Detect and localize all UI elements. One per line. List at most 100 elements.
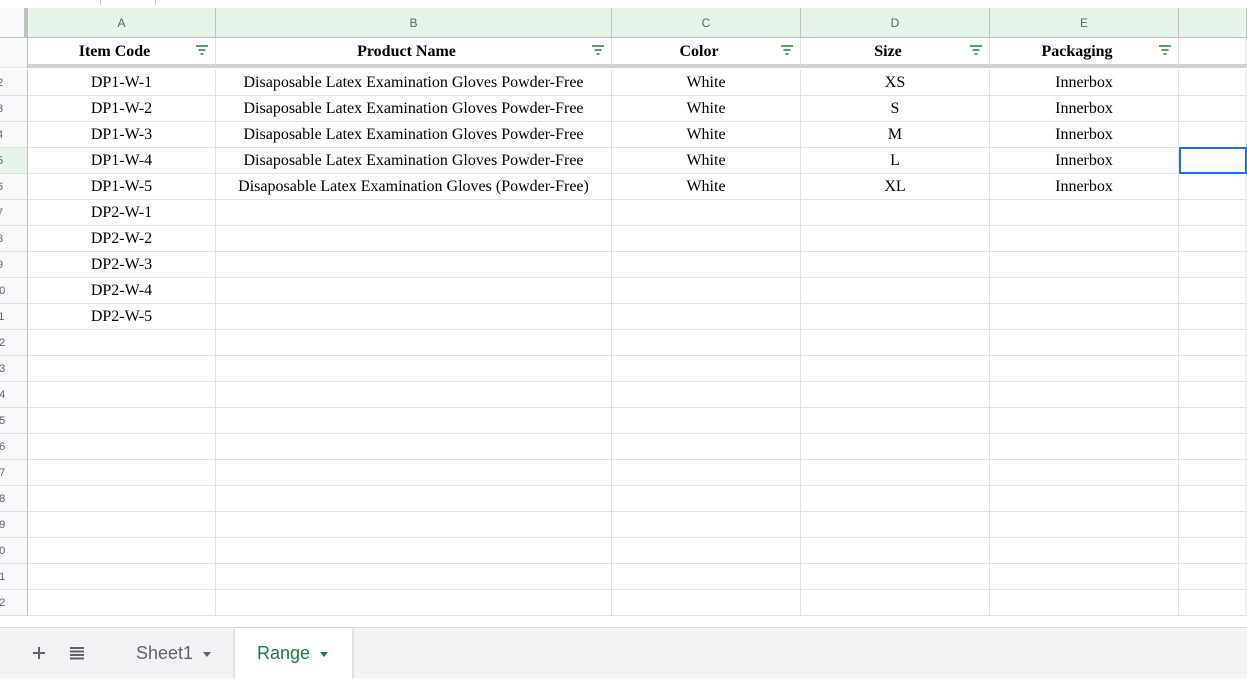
cell-extra[interactable]	[1179, 564, 1247, 590]
cell-packaging[interactable]	[990, 408, 1179, 434]
cell-extra[interactable]	[1179, 512, 1247, 538]
cell-size[interactable]	[801, 356, 990, 382]
cell-item-code[interactable]	[28, 460, 216, 486]
cell-color[interactable]	[612, 460, 801, 486]
cell-size[interactable]: S	[801, 96, 990, 122]
cell-item-code[interactable]: DP2-W-1	[28, 200, 216, 226]
cell-extra[interactable]	[1179, 460, 1247, 486]
row-header[interactable]: 22	[0, 590, 28, 616]
column-header-a[interactable]: A	[28, 8, 216, 38]
cell-color[interactable]: White	[612, 148, 801, 174]
row-header[interactable]: 11	[0, 304, 28, 330]
cell-extra[interactable]	[1179, 174, 1247, 200]
cell-size[interactable]	[801, 252, 990, 278]
select-all-corner[interactable]	[0, 8, 28, 38]
cell-item-code[interactable]: DP1-W-4	[28, 148, 216, 174]
cell-color[interactable]	[612, 538, 801, 564]
active-cell-selection[interactable]	[1179, 147, 1247, 174]
cell-item-code[interactable]: DP1-W-2	[28, 96, 216, 122]
cell-size[interactable]	[801, 590, 990, 616]
cell-color[interactable]	[612, 226, 801, 252]
cell-size[interactable]	[801, 382, 990, 408]
row-header[interactable]: 15	[0, 408, 28, 434]
cell-packaging[interactable]	[990, 252, 1179, 278]
cell-extra[interactable]	[1179, 278, 1247, 304]
cell-packaging[interactable]	[990, 564, 1179, 590]
column-header-b[interactable]: B	[216, 8, 612, 38]
cell-extra[interactable]	[1179, 226, 1247, 252]
chevron-down-icon[interactable]	[320, 652, 329, 657]
cell-extra[interactable]	[1179, 538, 1247, 564]
chevron-down-icon[interactable]	[203, 652, 212, 657]
cell-size[interactable]: L	[801, 148, 990, 174]
row-header[interactable]: 9	[0, 252, 28, 278]
cell-color[interactable]	[612, 590, 801, 616]
cell-product-name[interactable]	[216, 486, 612, 512]
column-header-e[interactable]: E	[990, 8, 1179, 38]
cell-product-name[interactable]	[216, 278, 612, 304]
cell-item-code[interactable]	[28, 512, 216, 538]
cell-extra[interactable]	[1179, 304, 1247, 330]
plus-icon[interactable]	[26, 640, 52, 666]
cell-item-code[interactable]	[28, 538, 216, 564]
row-header[interactable]: 12	[0, 330, 28, 356]
cell-item-code[interactable]: DP1-W-1	[28, 70, 216, 96]
cell-size[interactable]	[801, 278, 990, 304]
tab-sheet1[interactable]: Sheet1	[114, 628, 234, 679]
cell-color[interactable]	[612, 486, 801, 512]
cell-color[interactable]	[612, 304, 801, 330]
row-header[interactable]: 10	[0, 278, 28, 304]
cell-extra[interactable]	[1179, 252, 1247, 278]
row-header[interactable]: 17	[0, 460, 28, 486]
cell-extra[interactable]	[1179, 122, 1247, 148]
cell-size[interactable]	[801, 226, 990, 252]
filter-icon[interactable]	[969, 44, 983, 56]
cell-packaging[interactable]	[990, 330, 1179, 356]
cell-packaging[interactable]: Innerbox	[990, 148, 1179, 174]
cell-product-name[interactable]: Disaposable Latex Examination Gloves Pow…	[216, 148, 612, 174]
cell-packaging[interactable]	[990, 512, 1179, 538]
cell-size[interactable]	[801, 200, 990, 226]
cell-item-code[interactable]: DP2-W-3	[28, 252, 216, 278]
cell-size[interactable]	[801, 408, 990, 434]
cell-product-name[interactable]	[216, 382, 612, 408]
cell-product-name[interactable]: Disaposable Latex Examination Gloves Pow…	[216, 70, 612, 96]
cell-size[interactable]	[801, 460, 990, 486]
row-header[interactable]	[0, 38, 28, 68]
cell-color[interactable]	[612, 434, 801, 460]
cell-item-code[interactable]: DP2-W-5	[28, 304, 216, 330]
cell-product-name[interactable]	[216, 330, 612, 356]
cell-color[interactable]	[612, 356, 801, 382]
cell-color[interactable]	[612, 382, 801, 408]
cell-packaging[interactable]	[990, 382, 1179, 408]
cell-product-name[interactable]	[216, 590, 612, 616]
cell-item-code[interactable]	[28, 356, 216, 382]
row-header[interactable]: 13	[0, 356, 28, 382]
cell-product-name[interactable]	[216, 512, 612, 538]
cell-product-name[interactable]	[216, 538, 612, 564]
header-cell[interactable]	[1179, 38, 1247, 65]
cell-color[interactable]	[612, 512, 801, 538]
row-header[interactable]: 8	[0, 226, 28, 252]
cell-product-name[interactable]	[216, 252, 612, 278]
cell-item-code[interactable]	[28, 486, 216, 512]
row-header[interactable]: 18	[0, 486, 28, 512]
cell-extra[interactable]	[1179, 486, 1247, 512]
cell-item-code[interactable]	[28, 434, 216, 460]
row-header[interactable]: 3	[0, 96, 28, 122]
filter-icon[interactable]	[591, 44, 605, 56]
cell-product-name[interactable]	[216, 356, 612, 382]
cell-size[interactable]	[801, 486, 990, 512]
cell-color[interactable]	[612, 330, 801, 356]
cell-size[interactable]	[801, 538, 990, 564]
cell-extra[interactable]	[1179, 382, 1247, 408]
cell-size[interactable]	[801, 512, 990, 538]
header-cell-color[interactable]: Color	[612, 38, 801, 65]
cell-color[interactable]: White	[612, 70, 801, 96]
cell-size[interactable]	[801, 434, 990, 460]
cell-item-code[interactable]	[28, 382, 216, 408]
row-header[interactable]: 2	[0, 70, 28, 96]
cell-packaging[interactable]	[990, 486, 1179, 512]
cell-packaging[interactable]	[990, 200, 1179, 226]
cell-packaging[interactable]	[990, 226, 1179, 252]
